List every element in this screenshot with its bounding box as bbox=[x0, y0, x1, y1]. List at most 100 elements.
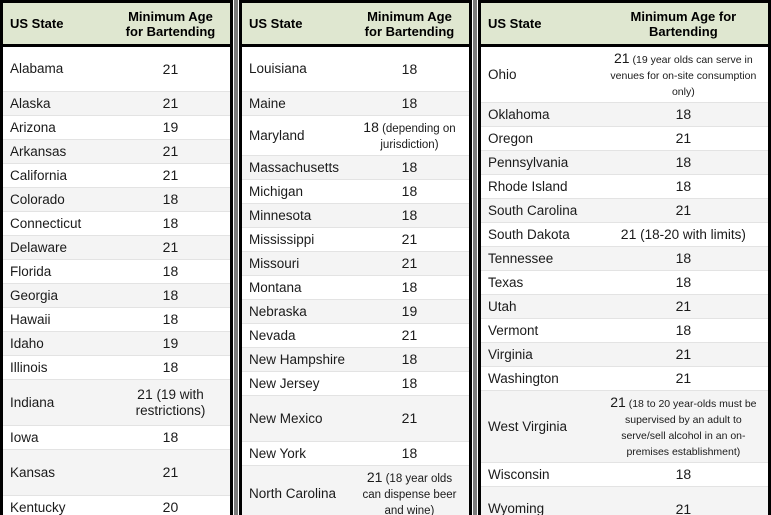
age-value: 18 bbox=[401, 95, 418, 111]
age-value: 21 bbox=[675, 202, 692, 218]
table-row: Minnesota 18 bbox=[240, 203, 471, 228]
table-header: US State Minimum Age for Bartending bbox=[1, 0, 232, 47]
cell-state: Missouri bbox=[240, 251, 350, 276]
cell-age: 18 bbox=[349, 441, 471, 466]
cell-age: 21 bbox=[110, 45, 232, 92]
age-value: 21 bbox=[162, 239, 179, 255]
age-value: 21 bbox=[401, 410, 418, 426]
cell-age: 18 bbox=[598, 174, 770, 199]
age-value: 18 bbox=[162, 429, 179, 445]
table-row: Alaska 21 bbox=[1, 91, 232, 116]
table-row: Georgia 18 bbox=[1, 283, 232, 308]
table-header: US State Minimum Age for Bartending bbox=[479, 0, 770, 47]
cell-age: 18 bbox=[110, 425, 232, 450]
table-body: Louisiana 18 Maine 18 Maryland 18 (depending … bbox=[240, 45, 471, 515]
cell-age: 20 bbox=[110, 495, 232, 515]
column-header-age: Minimum Age for Bartending bbox=[110, 0, 232, 47]
cell-age: 21 bbox=[598, 486, 770, 515]
cell-state: New Mexico bbox=[240, 395, 350, 442]
cell-age: 21 bbox=[598, 198, 770, 223]
age-value: 18 bbox=[401, 279, 418, 295]
cell-state: Washington bbox=[479, 366, 599, 391]
age-value: 18 bbox=[401, 183, 418, 199]
table-row: Rhode Island 18 bbox=[479, 174, 770, 199]
column-header-state: US State bbox=[1, 0, 111, 47]
cell-age: 18 bbox=[349, 371, 471, 396]
age-value: 21 bbox=[162, 95, 179, 111]
table-row: South Dakota 21 (18-20 with limits) bbox=[479, 222, 770, 247]
age-note: (depending on jurisdiction) bbox=[378, 123, 456, 151]
table-row: Indiana 21 (19 with restrictions) bbox=[1, 379, 232, 426]
cell-state: Tennessee bbox=[479, 246, 599, 271]
column-header-state: US State bbox=[479, 0, 599, 47]
column-header-state: US State bbox=[240, 0, 350, 47]
cell-state: Kentucky bbox=[1, 495, 111, 515]
table-row: Idaho 19 bbox=[1, 331, 232, 356]
cell-state: Nevada bbox=[240, 323, 350, 348]
age-value: 21 bbox=[401, 327, 418, 343]
cell-state: Wisconsin bbox=[479, 462, 599, 487]
age-table-middle: US State Minimum Age for Bartending Loui… bbox=[239, 0, 472, 515]
cell-age: 18 bbox=[349, 155, 471, 180]
table-row: Connecticut 18 bbox=[1, 211, 232, 236]
age-value: 18 bbox=[675, 274, 692, 290]
age-value: 21 bbox=[162, 60, 179, 77]
cell-age: 21 (18 to 20 year-olds must be supervise… bbox=[598, 390, 770, 463]
age-value: 21 bbox=[613, 50, 630, 66]
table-row: New Jersey 18 bbox=[240, 371, 471, 396]
cell-age: 18 bbox=[110, 187, 232, 212]
cell-state: Rhode Island bbox=[479, 174, 599, 199]
age-value: 21 bbox=[366, 469, 383, 485]
cell-state: Alaska bbox=[1, 91, 111, 116]
age-value: 21 bbox=[620, 226, 637, 242]
age-value: 21 bbox=[162, 143, 179, 159]
table-row: Colorado 18 bbox=[1, 187, 232, 212]
cell-state: Minnesota bbox=[240, 203, 350, 228]
cell-age: 21 bbox=[598, 342, 770, 367]
age-value: 18 bbox=[162, 359, 179, 375]
cell-age: 21 bbox=[349, 227, 471, 252]
age-value: 18 bbox=[162, 191, 179, 207]
age-value: 21 bbox=[401, 231, 418, 247]
cell-age: 21 bbox=[110, 235, 232, 260]
cell-state: Kansas bbox=[1, 449, 111, 496]
cell-age: 21 bbox=[598, 294, 770, 319]
table-row: Missouri 21 bbox=[240, 251, 471, 276]
table-row: Oklahoma 18 bbox=[479, 102, 770, 127]
cell-age: 18 bbox=[598, 318, 770, 343]
table-row: Utah 21 bbox=[479, 294, 770, 319]
cell-state: Nebraska bbox=[240, 299, 350, 324]
age-note: (18-20 with limits) bbox=[636, 227, 746, 242]
cell-state: Hawaii bbox=[1, 307, 111, 332]
cell-state: Florida bbox=[1, 259, 111, 284]
age-value: 18 bbox=[401, 159, 418, 175]
cell-age: 21 (19 year olds can serve in venues for… bbox=[598, 45, 770, 103]
cell-age: 18 bbox=[349, 179, 471, 204]
cell-state: Massachusetts bbox=[240, 155, 350, 180]
cell-state: Ohio bbox=[479, 45, 599, 103]
cell-age: 18 bbox=[110, 307, 232, 332]
age-value: 18 bbox=[675, 106, 692, 122]
cell-state: Delaware bbox=[1, 235, 111, 260]
age-table-left: US State Minimum Age for Bartending Alab… bbox=[0, 0, 233, 515]
cell-age: 18 bbox=[349, 275, 471, 300]
age-value: 19 bbox=[162, 119, 179, 135]
table-left: US State Minimum Age for Bartending Alab… bbox=[0, 0, 233, 515]
cell-state: South Dakota bbox=[479, 222, 599, 247]
age-note: (19 year olds can serve in venues for on… bbox=[610, 54, 757, 98]
table-row: Arizona 19 bbox=[1, 115, 232, 140]
cell-state: Arkansas bbox=[1, 139, 111, 164]
cell-state: New Jersey bbox=[240, 371, 350, 396]
age-value: 18 bbox=[401, 351, 418, 367]
cell-age: 21 bbox=[110, 163, 232, 188]
table-row: New Mexico 21 bbox=[240, 395, 471, 442]
table-body: Alabama 21 Alaska 21 Arizona 19 Arkansas 21 Cali… bbox=[1, 45, 232, 515]
age-value: 21 bbox=[675, 130, 692, 146]
table-row: Illinois 18 bbox=[1, 355, 232, 380]
cell-state: Illinois bbox=[1, 355, 111, 380]
table-row: Pennsylvania 18 bbox=[479, 150, 770, 175]
cell-state: West Virginia bbox=[479, 390, 599, 463]
cell-age: 19 bbox=[349, 299, 471, 324]
cell-state: California bbox=[1, 163, 111, 188]
table-row: Maine 18 bbox=[240, 91, 471, 116]
